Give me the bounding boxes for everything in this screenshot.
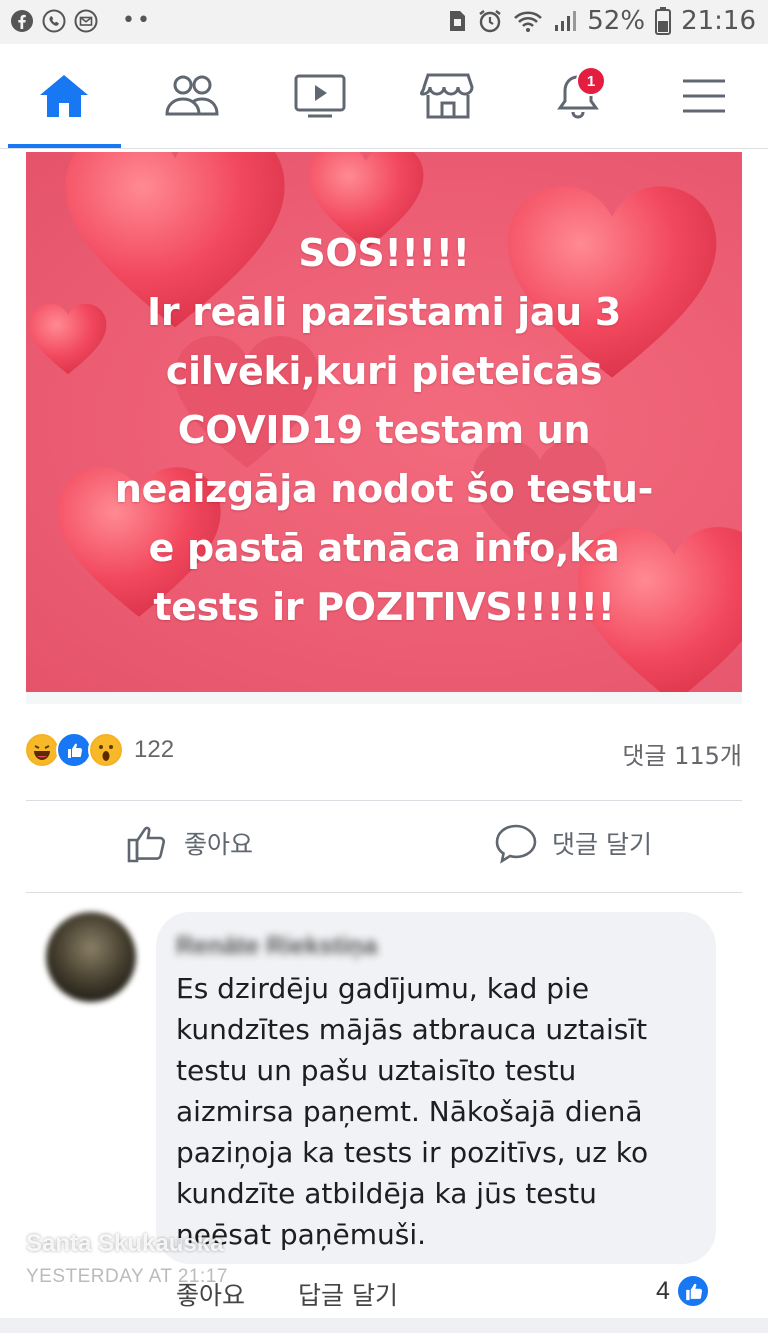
- like-reaction-icon: [676, 1274, 710, 1308]
- phone-icon: [42, 9, 66, 32]
- more-dots-icon: ••: [122, 8, 152, 33]
- friends-icon: [165, 75, 219, 116]
- comment-text-line: testu un pašu uztaisīto testu: [176, 1054, 577, 1087]
- active-tab-indicator: [8, 144, 121, 148]
- status-bar: •• 52% 21:16: [0, 0, 768, 44]
- image-bottom-strip: [26, 692, 742, 704]
- post-text-line: COVID19 testam un: [177, 408, 591, 452]
- haha-reaction-icon: [24, 732, 60, 768]
- home-icon: [40, 75, 88, 117]
- facebook-icon: [11, 9, 33, 32]
- watermark-name: Santa Skukauska: [26, 1230, 224, 1257]
- comment-text: Es dzirdēju gadījumu, kad pie kundzītes …: [176, 968, 706, 1255]
- comment-text-line: kundzīte atbildēja ka jūs testu: [176, 1177, 597, 1210]
- divider: [26, 892, 742, 893]
- nav-home[interactable]: [34, 68, 94, 124]
- reaction-count: 122: [134, 736, 175, 763]
- post-text-line: e pastā atnāca info,ka: [148, 526, 620, 570]
- post-text-line: neaizgāja nodot šo testu-: [114, 467, 654, 511]
- commenter-avatar[interactable]: [46, 912, 136, 1002]
- battery-icon: [655, 7, 672, 35]
- divider: [26, 800, 742, 801]
- bottom-strip: [0, 1318, 768, 1333]
- post-image[interactable]: SOS!!!!! Ir reāli pazīstami jau 3 cilvēk…: [26, 152, 742, 692]
- signal-icon: [555, 11, 577, 31]
- comment-button-label: 댓글 달기: [552, 830, 652, 859]
- comment-reply-link[interactable]: 답글 달기: [298, 1276, 398, 1312]
- post-text-line: tests ir POZITIVS!!!!!!: [153, 585, 615, 629]
- nav-marketplace[interactable]: [418, 68, 478, 124]
- clock: 21:16: [681, 6, 756, 36]
- thumbs-up-icon: [127, 826, 166, 863]
- post-text-line: SOS!!!!!: [298, 231, 470, 275]
- comment-like-count-value: 4: [656, 1276, 670, 1305]
- like-button[interactable]: 좋아요: [126, 822, 253, 864]
- comment-text-line: aizmirsa paņemt. Nākošajā dienā: [176, 1095, 643, 1128]
- like-reaction-icon: [56, 732, 92, 768]
- nav-watch[interactable]: [290, 68, 350, 124]
- commenter-name[interactable]: Renāte Riekstiņa: [176, 932, 377, 961]
- wifi-icon: [514, 11, 543, 32]
- comment-bubble-icon: [495, 824, 537, 864]
- status-bar-left: ••: [10, 8, 152, 33]
- notification-badge: 1: [576, 66, 606, 96]
- comment-text-line: Es dzirdēju gadījumu, kad pie: [176, 972, 590, 1005]
- watermark-time: YESTERDAY AT 21:17: [26, 1266, 228, 1287]
- comment-text-line: neēsat paņēmuši.: [176, 1218, 427, 1251]
- status-bar-right: 52% 21:16: [447, 6, 756, 36]
- marketplace-shop-icon: [420, 73, 474, 119]
- comment-button[interactable]: 댓글 달기: [494, 822, 652, 864]
- sim-icon: [450, 11, 466, 31]
- comment-text-line: paziņoja ka tests ir pozitīvs, uz ko: [176, 1136, 649, 1169]
- reactions-summary[interactable]: 122: [24, 732, 174, 768]
- battery-percent: 52%: [587, 6, 646, 36]
- like-button-label: 좋아요: [184, 830, 254, 859]
- nav-menu[interactable]: [674, 68, 734, 124]
- mail-icon: [74, 9, 98, 32]
- wow-reaction-icon: [88, 732, 124, 768]
- comment-count[interactable]: 댓글 115개: [622, 736, 742, 771]
- comment-bubble: Renāte Riekstiņa Es dzirdēju gadījumu, k…: [156, 912, 716, 1264]
- nav-notifications[interactable]: 1: [548, 66, 608, 124]
- alarm-icon: [479, 10, 501, 33]
- watch-video-icon: [294, 74, 346, 118]
- top-nav-bar: 1: [0, 44, 768, 149]
- nav-friends[interactable]: [162, 68, 222, 124]
- post-image-text: SOS!!!!! Ir reāli pazīstami jau 3 cilvēk…: [26, 224, 742, 637]
- hamburger-menu-icon: [683, 79, 725, 113]
- post-text-line: cilvēki,kuri pieteicās: [165, 349, 603, 393]
- post-text-line: Ir reāli pazīstami jau 3: [147, 290, 621, 334]
- comment-like-count[interactable]: 4: [656, 1274, 710, 1308]
- comment-text-line: kundzītes mājās atbrauca uztaisīt: [176, 1013, 648, 1046]
